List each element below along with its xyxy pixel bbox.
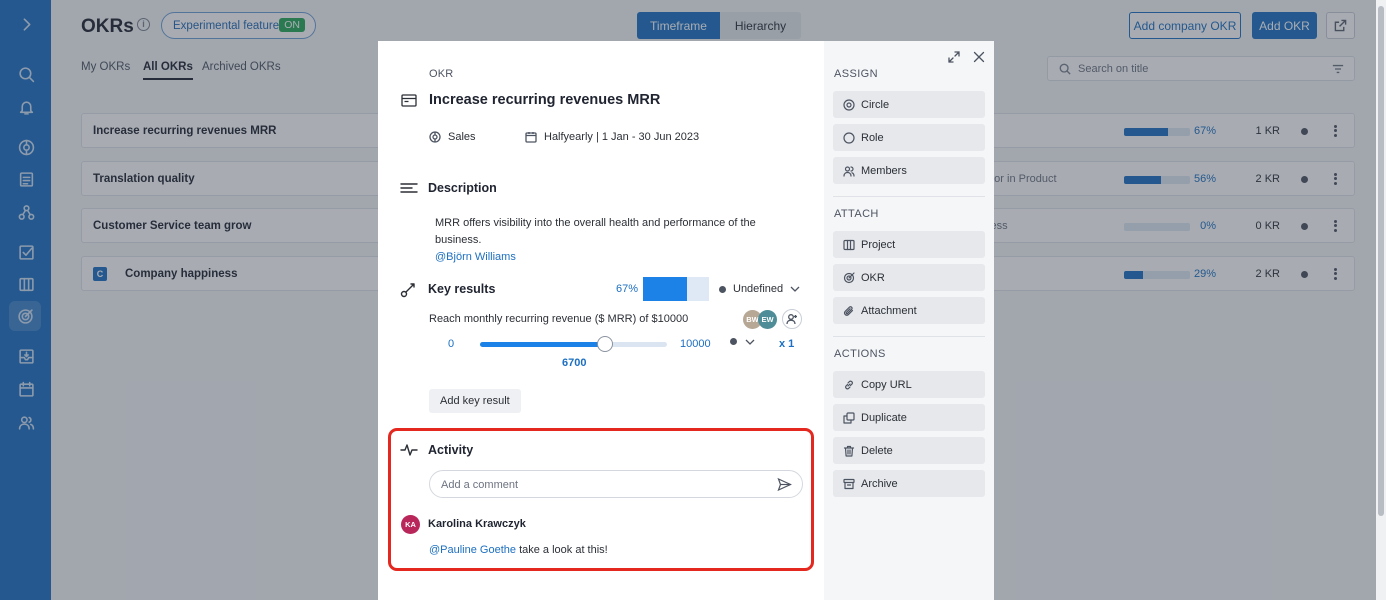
archive-icon: [843, 478, 855, 489]
link-icon: [845, 380, 853, 389]
description-mention[interactable]: @Björn Williams: [435, 251, 516, 263]
send-icon[interactable]: [777, 477, 792, 492]
delete-label: Delete: [861, 444, 893, 457]
role-icon: [843, 131, 855, 144]
okr-timeframe[interactable]: Halfyearly | 1 Jan - 30 Jun 2023: [525, 131, 699, 143]
comment-input[interactable]: [441, 477, 761, 492]
description-body: MRR offers visibility into the overall h…: [435, 217, 756, 246]
okr-card-icon: [401, 94, 417, 107]
chevron-down-icon: [745, 339, 755, 345]
attach-project-button[interactable]: Project: [833, 231, 985, 258]
assign-circle-button[interactable]: Circle: [833, 91, 985, 118]
key-result-status-dropdown[interactable]: [730, 338, 755, 345]
delete-button[interactable]: Delete: [833, 437, 985, 464]
comment-box: [429, 470, 803, 498]
okr-detail-modal: OKR Increase recurring revenues MRR Sale…: [378, 41, 994, 600]
comment-mention[interactable]: @Pauline Goethe: [429, 544, 516, 556]
circle-icon: [429, 131, 441, 143]
copy-url-button[interactable]: Copy URL: [833, 371, 985, 398]
attach-attachment-label: Attachment: [861, 304, 917, 317]
slider-min-value: 0: [448, 338, 455, 350]
status-dot: [730, 338, 737, 345]
okr-detail-main: OKR Increase recurring revenues MRR Sale…: [378, 41, 824, 600]
okr-status-label: Undefined: [733, 283, 784, 295]
description-text[interactable]: MRR offers visibility into the overall h…: [435, 215, 805, 266]
actions-heading: ACTIONS: [834, 348, 886, 360]
assign-circle-label: Circle: [861, 98, 890, 111]
okr-circle[interactable]: Sales: [429, 131, 476, 143]
archive-button[interactable]: Archive: [833, 470, 985, 497]
archive-label: Archive: [861, 477, 898, 490]
okr-type-label: OKR: [429, 68, 454, 80]
key-results-progress-bar: [643, 277, 709, 301]
slider-handle[interactable]: [597, 336, 613, 352]
expand-icon[interactable]: [948, 51, 962, 65]
attach-heading: ATTACH: [834, 208, 879, 220]
activity-heading: Activity: [428, 443, 474, 457]
okr-detail-sidebar: ASSIGN Circle Role Members ATTACH Projec…: [824, 41, 994, 600]
assign-members-label: Members: [861, 164, 907, 177]
slider-max-value: 10000: [680, 338, 711, 350]
description-heading: Description: [428, 181, 497, 195]
comment-author: Karolina Krawczyk: [428, 518, 526, 530]
description-icon: [400, 181, 418, 197]
paperclip-icon: [844, 305, 854, 316]
key-results-icon: [400, 282, 418, 298]
okr-title[interactable]: Increase recurring revenues MRR: [429, 92, 660, 108]
add-key-result-button[interactable]: Add key result: [429, 389, 521, 413]
okr-timeframe-label: Halfyearly | 1 Jan - 30 Jun 2023: [544, 131, 700, 143]
duplicate-button[interactable]: Duplicate: [833, 404, 985, 431]
calendar-icon: [525, 132, 537, 143]
okr-circle-label: Sales: [448, 131, 476, 143]
duplicate-label: Duplicate: [861, 411, 907, 424]
key-results-heading: Key results: [428, 282, 496, 296]
duplicate-icon: [843, 411, 855, 424]
attach-okr-button[interactable]: OKR: [833, 264, 985, 291]
key-result-slider[interactable]: [480, 342, 667, 347]
assign-heading: ASSIGN: [834, 68, 878, 80]
close-icon[interactable]: [973, 51, 987, 65]
status-dot: [719, 285, 726, 293]
assign-role-label: Role: [861, 131, 884, 144]
page-scrollbar[interactable]: [1376, 0, 1386, 600]
okr-icon: [843, 271, 855, 283]
comment-text: @Pauline Goethe take a look at this!: [429, 544, 608, 556]
key-results-percent: 67%: [616, 283, 639, 295]
key-result-title[interactable]: Reach monthly recurring revenue ($ MRR) …: [429, 313, 688, 325]
circle-icon: [843, 98, 855, 111]
scrollbar-thumb[interactable]: [1378, 6, 1384, 516]
avatar[interactable]: KA: [401, 515, 420, 534]
chevron-down-icon: [790, 286, 800, 292]
project-icon: [843, 239, 855, 250]
attach-attachment-button[interactable]: Attachment: [833, 297, 985, 324]
key-result-weight[interactable]: x 1: [779, 338, 794, 350]
comment-body: take a look at this!: [516, 544, 608, 556]
okr-status-dropdown[interactable]: Undefined: [719, 283, 800, 295]
assign-role-button[interactable]: Role: [833, 124, 985, 151]
divider: [833, 336, 985, 337]
slider-current-value: 6700: [562, 357, 587, 369]
activity-icon: [400, 442, 418, 458]
add-member-button[interactable]: [782, 309, 802, 329]
attach-okr-label: OKR: [861, 271, 885, 284]
avatar[interactable]: EW: [758, 310, 777, 329]
add-person-icon: [786, 314, 797, 325]
assign-members-button[interactable]: Members: [833, 157, 985, 184]
members-icon: [843, 165, 855, 177]
attach-project-label: Project: [861, 238, 896, 251]
divider: [833, 196, 985, 197]
copy-url-label: Copy URL: [861, 378, 912, 391]
trash-icon: [843, 445, 855, 457]
